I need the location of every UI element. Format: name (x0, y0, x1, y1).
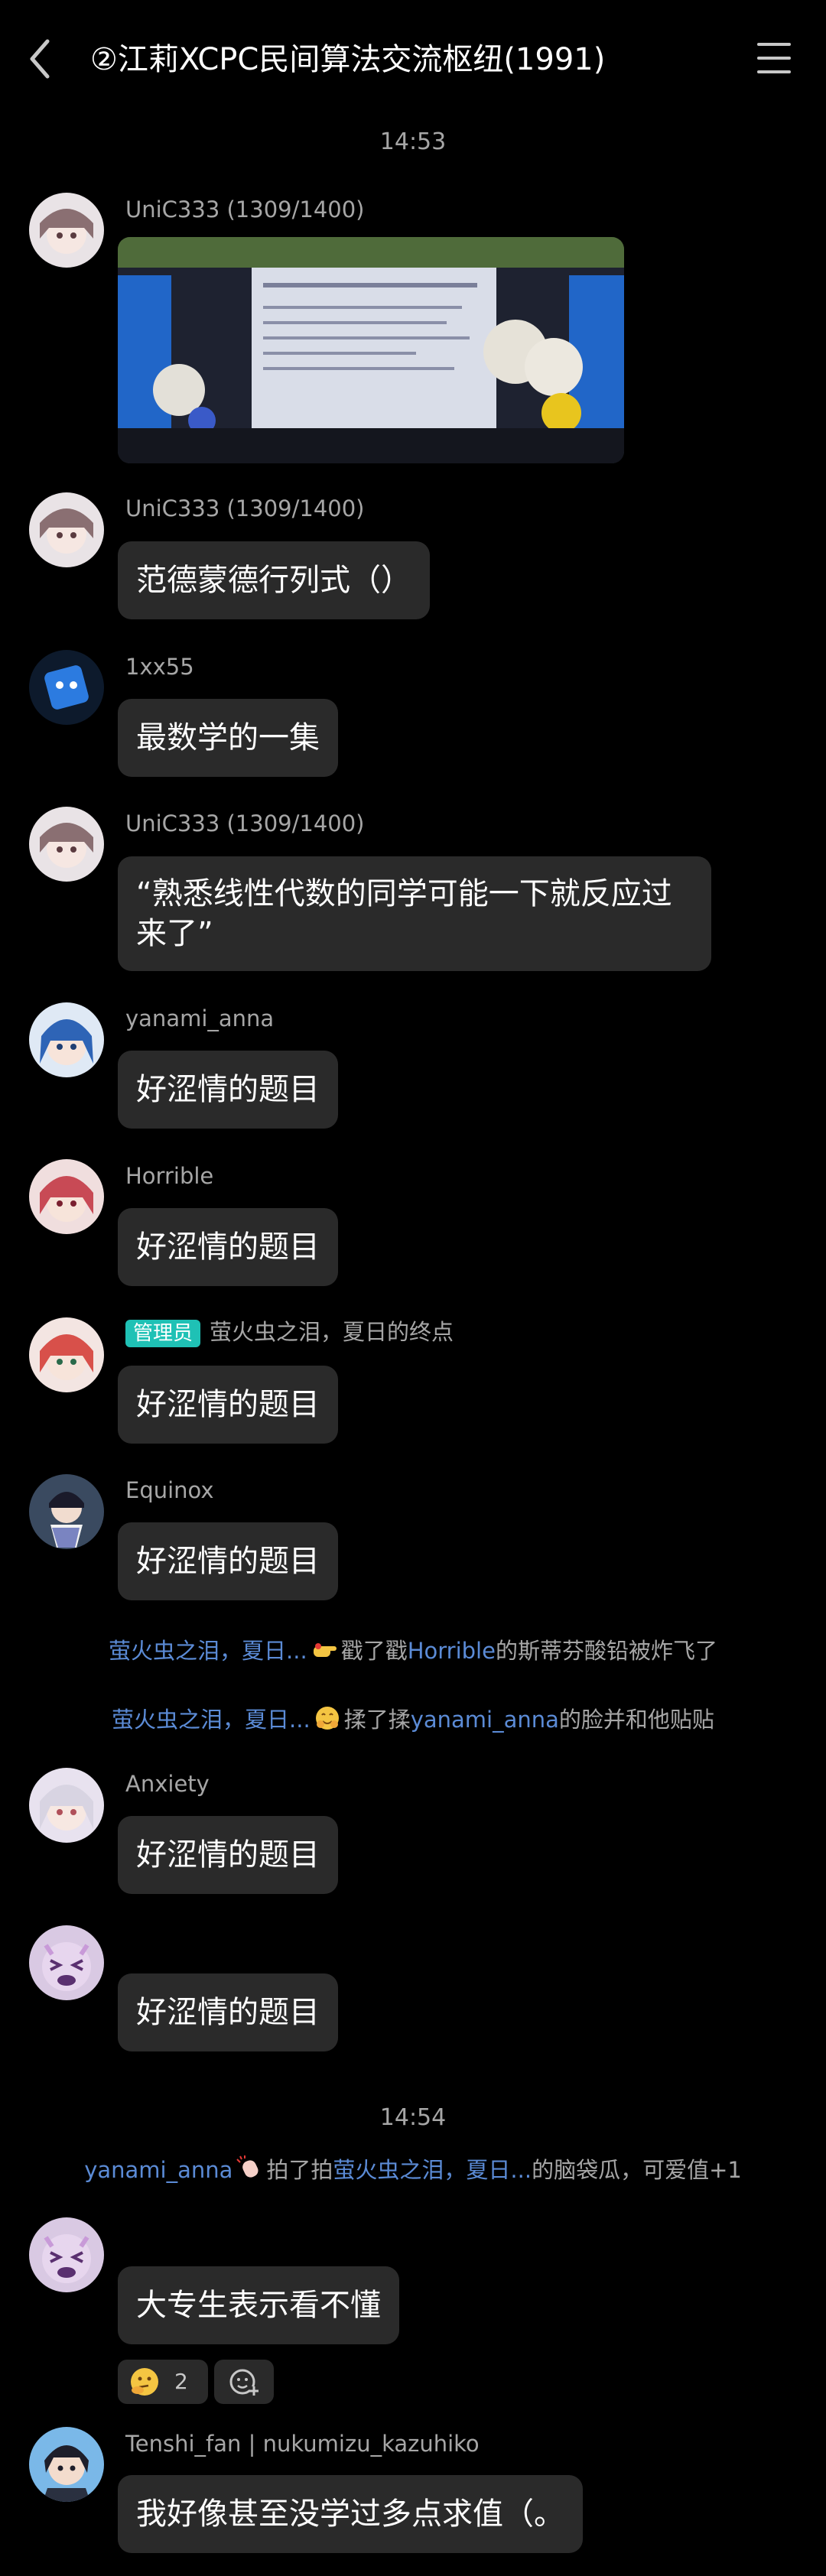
avatar[interactable] (29, 1002, 104, 1077)
message-bubble[interactable]: 最数学的一集 (118, 699, 338, 777)
system-target[interactable]: 萤火虫之泪，夏日... (333, 2157, 532, 2183)
hug-face-icon (315, 1707, 339, 1730)
message-bubble[interactable]: 好涩情的题目 (118, 1522, 338, 1600)
sender-name[interactable]: UniC333 (1309/1400) (125, 808, 365, 839)
message-bubble[interactable]: 我好像甚至没学过多点求值（。 (118, 2475, 583, 2553)
shared-photo[interactable] (118, 237, 624, 463)
add-reaction-icon (229, 2369, 259, 2396)
system-verb: 揉了揉 (343, 1707, 411, 1733)
sender-name[interactable]: Anxiety (125, 1769, 210, 1799)
sender-name[interactable]: 1xx55 (125, 651, 194, 682)
system-rest: 的斯蒂芬酸铅被炸飞了 (495, 1638, 717, 1664)
back-arrow-icon[interactable] (23, 32, 57, 86)
chat-header: ②江莉XCPC民间算法交流枢纽(1991) (0, 0, 826, 119)
system-notice: yanami_anna 拍了拍萤火虫之泪，夏日...的脑袋瓜，可爱值+1 (0, 2155, 826, 2185)
system-verb: 拍了拍 (266, 2157, 333, 2183)
avatar[interactable] (29, 650, 104, 725)
sender-name[interactable]: Equinox (125, 1475, 214, 1506)
thinking-face-icon (131, 2368, 158, 2396)
pointing-hand-icon (313, 1643, 337, 1657)
sender-name[interactable]: Tenshi_fan | nukumizu_kazuhiko (125, 2428, 480, 2459)
system-target[interactable]: yanami_anna (411, 1707, 559, 1733)
message-bubble[interactable]: “熟悉线性代数的同学可能一下就反应过来了” (118, 856, 711, 971)
message-bubble[interactable]: 好涩情的题目 (118, 1366, 338, 1444)
sender-name[interactable]: Horrible (125, 1161, 213, 1191)
system-notice: 萤火虫之泪，夏日... 戳了戳Horrible的斯蒂芬酸铅被炸飞了 (0, 1636, 826, 1666)
avatar[interactable] (29, 1768, 104, 1843)
avatar[interactable] (29, 1925, 104, 2000)
timestamp: 14:53 (379, 128, 447, 155)
menu-icon[interactable] (757, 43, 791, 73)
reaction-chip[interactable]: 2 (118, 2360, 208, 2404)
system-notice: 萤火虫之泪，夏日... 揉了揉yanami_anna的脸并和他贴贴 (0, 1704, 826, 1735)
clapping-hand-icon (236, 2155, 259, 2178)
system-verb: 戳了戳 (340, 1638, 408, 1664)
avatar[interactable] (29, 193, 104, 268)
avatar[interactable] (29, 2217, 104, 2292)
sender-name[interactable]: UniC333 (1309/1400) (125, 493, 365, 524)
sender-name[interactable]: yanami_anna (125, 1003, 274, 1034)
message-bubble[interactable]: 大专生表示看不懂 (118, 2266, 399, 2344)
sender-name[interactable]: 萤火虫之泪，夏日的终点 (210, 1319, 454, 1345)
message-bubble[interactable]: 好涩情的题目 (118, 1208, 338, 1286)
reaction-count: 2 (174, 2369, 188, 2394)
admin-badge: 管理员 (125, 1320, 201, 1347)
system-actor[interactable]: yanami_anna (84, 2157, 233, 2183)
chat-title: ②江莉XCPC民间算法交流枢纽(1991) (90, 42, 606, 77)
avatar[interactable] (29, 492, 104, 567)
avatar[interactable] (29, 1317, 104, 1392)
sender-name[interactable]: UniC333 (1309/1400) (125, 194, 365, 225)
message-bubble[interactable]: 范德蒙德行列式（） (118, 541, 430, 619)
add-reaction-button[interactable] (214, 2360, 274, 2404)
system-target[interactable]: Horrible (408, 1638, 496, 1664)
message-bubble[interactable]: 好涩情的题目 (118, 1973, 338, 2051)
avatar[interactable] (29, 1159, 104, 1234)
sender-line[interactable]: 管理员 萤火虫之泪，夏日的终点 (125, 1317, 454, 1347)
timestamp: 14:54 (379, 2104, 447, 2131)
system-actor[interactable]: 萤火虫之泪，夏日... (109, 1638, 307, 1664)
avatar[interactable] (29, 807, 104, 882)
message-bubble[interactable]: 好涩情的题目 (118, 1816, 338, 1894)
avatar[interactable] (29, 1474, 104, 1549)
system-actor[interactable]: 萤火虫之泪，夏日... (112, 1707, 311, 1733)
avatar[interactable] (29, 2427, 104, 2502)
system-rest: 的脑袋瓜，可爱值+1 (532, 2157, 742, 2183)
system-rest: 的脸并和他贴贴 (558, 1707, 714, 1733)
message-bubble[interactable]: 好涩情的题目 (118, 1051, 338, 1129)
